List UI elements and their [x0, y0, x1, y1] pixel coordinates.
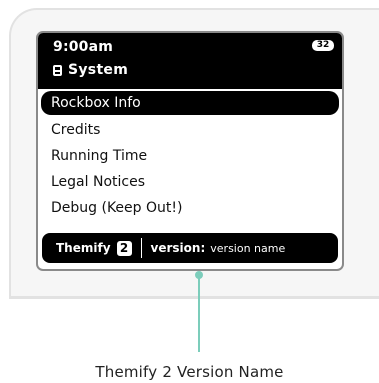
- menu-item-running-time[interactable]: Running Time: [38, 143, 342, 169]
- stage: 9:00am 32 System Rockbox Info Credits Ru…: [0, 0, 379, 383]
- system-icon: [53, 64, 62, 76]
- device-screen: 9:00am 32 System Rockbox Info Credits Ru…: [36, 31, 344, 271]
- footer-divider: [140, 238, 142, 258]
- theme-number-badge: 2: [116, 240, 132, 256]
- section-header: System: [53, 62, 128, 78]
- battery-indicator: 32: [312, 40, 334, 51]
- clock: 9:00am: [53, 39, 114, 55]
- device-bottom-edge: [9, 297, 379, 299]
- menu-item-debug[interactable]: Debug (Keep Out!): [38, 195, 342, 221]
- menu-item-rockbox-info[interactable]: Rockbox Info: [41, 91, 339, 115]
- status-bar: 9:00am 32 System: [38, 33, 342, 89]
- theme-name: Themify: [56, 241, 111, 255]
- version-value: version name: [210, 241, 286, 255]
- menu-item-credits[interactable]: Credits: [38, 117, 342, 143]
- menu-list: Rockbox Info Credits Running Time Legal …: [38, 91, 342, 221]
- callout-line: [198, 276, 200, 352]
- section-title: System: [68, 62, 129, 78]
- version-label: version:: [150, 241, 206, 255]
- theme-footer: Themify 2 version: version name: [42, 233, 338, 263]
- menu-item-legal-notices[interactable]: Legal Notices: [38, 169, 342, 195]
- callout-label: Themify 2 Version Name: [95, 363, 284, 381]
- theme-name-group: Themify 2: [56, 240, 132, 256]
